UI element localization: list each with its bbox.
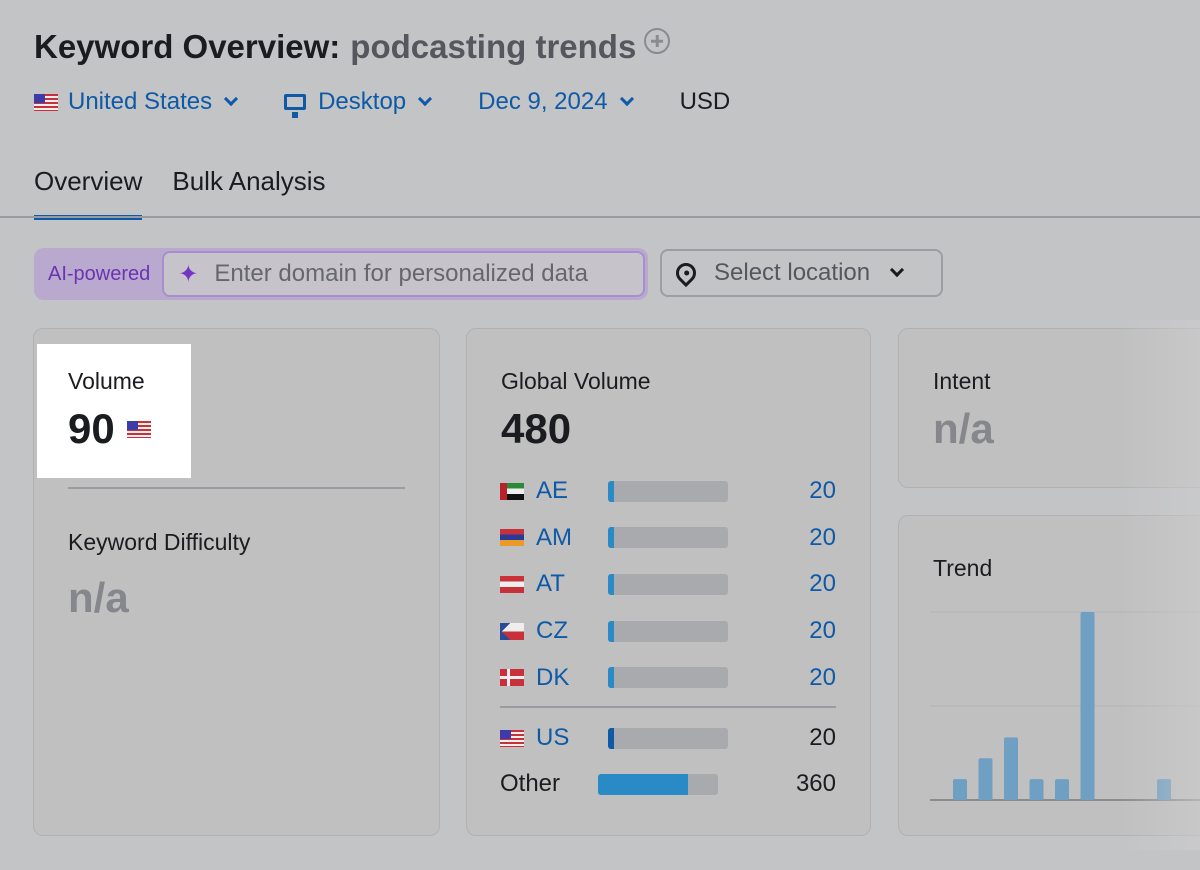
chevron-down-icon bbox=[890, 262, 905, 278]
country-volume-value: 20 bbox=[809, 523, 836, 551]
global-volume-value: 480 bbox=[501, 405, 572, 452]
date-label: Dec 9, 2024 bbox=[478, 88, 608, 115]
trend-bar bbox=[978, 758, 993, 800]
country-code[interactable]: CZ bbox=[536, 617, 608, 645]
ai-powered-badge: AI-powered bbox=[48, 262, 151, 285]
trend-bar bbox=[1157, 779, 1171, 800]
intent-label: Intent bbox=[933, 368, 991, 394]
share-bar-fill bbox=[608, 727, 614, 749]
country-volume-value: 20 bbox=[809, 477, 836, 504]
volume-label: Volume bbox=[68, 368, 145, 394]
trend-label: Trend bbox=[933, 555, 993, 581]
desktop-icon bbox=[284, 94, 307, 118]
country-code[interactable]: AM bbox=[536, 524, 608, 552]
global-volume-label: Global Volume bbox=[501, 368, 651, 394]
country-code: US bbox=[536, 724, 570, 751]
country-volume-value: 20 bbox=[809, 570, 836, 598]
am-flag-icon bbox=[500, 529, 524, 547]
cz-flag-icon bbox=[500, 622, 524, 640]
chevron-down-icon bbox=[418, 91, 433, 107]
tab-bulk-analysis[interactable]: Bulk Analysis bbox=[172, 166, 325, 220]
at-flag-icon bbox=[500, 575, 524, 593]
domain-input-wrapper: ✦ bbox=[162, 251, 645, 297]
country-code[interactable]: AE bbox=[536, 477, 608, 505]
tabs: Overview Bulk Analysis bbox=[34, 166, 356, 220]
country-volume-value: 20 bbox=[809, 663, 836, 691]
trend-chart bbox=[930, 611, 1200, 801]
device-label: Desktop bbox=[318, 88, 407, 115]
country-volume-row: AE 20 bbox=[500, 477, 836, 505]
share-bar-fill bbox=[608, 527, 614, 549]
intent-value: n/a bbox=[933, 405, 994, 452]
trend-bar bbox=[1029, 779, 1044, 800]
country-label: United States bbox=[68, 88, 213, 115]
share-bar-fill bbox=[608, 573, 614, 595]
ae-flag-icon bbox=[500, 482, 524, 500]
location-select[interactable]: Select location bbox=[660, 249, 943, 297]
filters-bar: United States Desktop Dec 9, 2024 USD bbox=[34, 88, 731, 118]
divider bbox=[68, 487, 405, 489]
share-bar-fill bbox=[608, 480, 614, 502]
share-bar bbox=[608, 527, 728, 549]
country-code[interactable]: DK bbox=[536, 664, 608, 692]
share-bar bbox=[598, 773, 718, 795]
volume-value: 90 bbox=[68, 405, 115, 452]
ai-domain-box: AI-powered ✦ bbox=[34, 248, 648, 300]
trend-bar bbox=[1080, 612, 1095, 800]
us-flag-icon bbox=[34, 93, 58, 111]
plus-circle-icon[interactable] bbox=[644, 28, 671, 54]
country-volume-value: 20 bbox=[809, 617, 836, 645]
country-volume-row: US 20 bbox=[500, 724, 836, 751]
share-bar-fill bbox=[598, 773, 688, 795]
other-label: Other bbox=[500, 770, 561, 797]
country-volume-row: DK 20 bbox=[500, 663, 836, 692]
share-bar bbox=[608, 573, 728, 595]
date-dropdown[interactable]: Dec 9, 2024 bbox=[478, 88, 634, 116]
page-title: Keyword Overview: podcasting trends bbox=[34, 28, 671, 66]
location-placeholder: Select location bbox=[714, 259, 871, 286]
sparkle-icon: ✦ bbox=[178, 260, 199, 288]
volume-value-row: 90 bbox=[68, 405, 161, 453]
share-bar bbox=[608, 620, 728, 642]
share-bar bbox=[608, 667, 728, 689]
country-volume-row: AT 20 bbox=[500, 570, 836, 598]
country-volume-value: 20 bbox=[809, 724, 836, 751]
trend-bar bbox=[1004, 737, 1018, 800]
divider bbox=[500, 706, 836, 708]
tab-overview[interactable]: Overview bbox=[34, 166, 143, 220]
title-label: Keyword Overview: bbox=[34, 28, 341, 65]
country-volume-row: AM 20 bbox=[500, 523, 836, 552]
tabs-divider bbox=[0, 216, 1200, 218]
difficulty-value: n/a bbox=[68, 574, 129, 621]
other-volume-row: Other 360 bbox=[500, 770, 836, 797]
chevron-down-icon bbox=[619, 91, 634, 107]
share-bar bbox=[608, 727, 728, 749]
share-bar-fill bbox=[608, 667, 614, 689]
country-dropdown[interactable]: United States bbox=[34, 88, 239, 116]
currency-label: USD bbox=[679, 88, 731, 115]
difficulty-label: Keyword Difficulty bbox=[68, 529, 251, 555]
trend-bar bbox=[1055, 779, 1069, 800]
us-flag-icon bbox=[126, 420, 151, 438]
trend-bar bbox=[953, 779, 967, 800]
keyword: podcasting trends bbox=[350, 28, 637, 65]
chevron-down-icon bbox=[224, 91, 239, 107]
us-flag-icon bbox=[500, 729, 524, 747]
device-dropdown[interactable]: Desktop bbox=[284, 88, 433, 118]
share-bar-fill bbox=[608, 620, 614, 642]
country-volume-row: CZ 20 bbox=[500, 617, 836, 645]
location-pin-icon bbox=[671, 258, 701, 288]
country-code[interactable]: AT bbox=[536, 570, 608, 598]
domain-input[interactable] bbox=[214, 260, 635, 288]
dk-flag-icon bbox=[500, 669, 524, 687]
country-volume-value: 360 bbox=[795, 770, 836, 797]
share-bar bbox=[608, 480, 728, 502]
